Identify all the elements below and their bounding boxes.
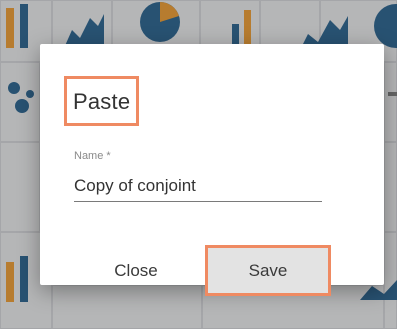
close-button[interactable]: Close bbox=[100, 256, 172, 286]
save-button[interactable]: Save bbox=[205, 245, 331, 296]
paste-dialog: Paste Name * Close Save bbox=[40, 44, 384, 296]
dialog-title: Paste bbox=[64, 76, 140, 126]
name-field-label: Name * bbox=[74, 150, 111, 162]
name-input[interactable] bbox=[74, 174, 322, 202]
